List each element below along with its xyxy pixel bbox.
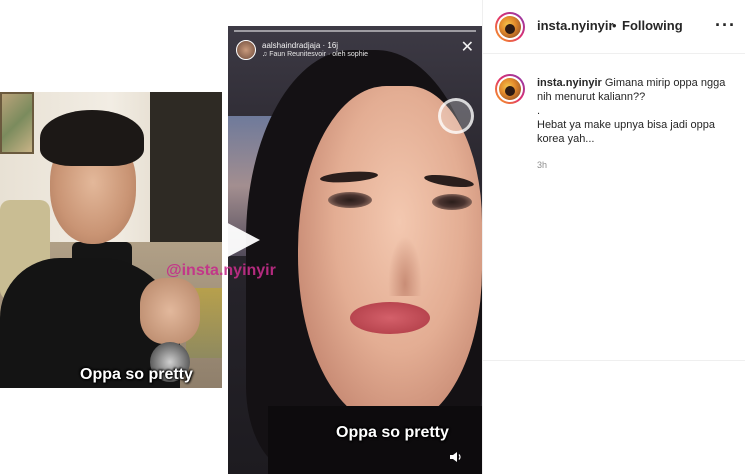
- person-hand: [140, 278, 200, 344]
- avatar[interactable]: [495, 12, 525, 42]
- video-frame-left: [0, 92, 222, 388]
- more-options-icon[interactable]: ···: [715, 16, 736, 34]
- story-frame-right: aalshaindradjaja · 16j ♫ Faun Reunitesvo…: [228, 26, 482, 474]
- right-eye: [432, 194, 472, 210]
- sound-icon[interactable]: [449, 450, 463, 464]
- close-icon[interactable]: ✕: [461, 40, 474, 56]
- wall-painting: [0, 92, 34, 154]
- avatar-image: [499, 78, 521, 100]
- background-doorway: [150, 92, 222, 242]
- lips: [350, 302, 430, 334]
- avatar-image: [499, 16, 521, 38]
- capture-button-icon: [438, 98, 474, 134]
- post-media[interactable]: aalshaindradjaja · 16j ♫ Faun Reunitesvo…: [0, 0, 482, 474]
- separator-dot: •: [612, 18, 617, 33]
- person-hair: [40, 110, 144, 166]
- play-icon[interactable]: [216, 216, 264, 264]
- video-caption-left: Oppa so pretty: [80, 366, 193, 383]
- nose: [388, 236, 422, 296]
- story-avatar: [236, 40, 256, 60]
- post-sidebar: insta.nyinyir • Following ··· insta.nyin…: [482, 0, 745, 474]
- post-header: insta.nyinyir • Following ···: [483, 0, 745, 54]
- comment-avatar[interactable]: [495, 74, 525, 104]
- comment-line-2: .: [537, 105, 541, 117]
- story-progress-bar: [234, 30, 476, 32]
- left-eye: [328, 192, 372, 208]
- comment-username[interactable]: insta.nyinyir: [537, 77, 602, 89]
- video-caption-right: Oppa so pretty: [336, 424, 449, 441]
- comment-body: insta.nyinyir Gimana mirip oppa ngga nih…: [537, 76, 737, 146]
- watermark-text: @insta.nyinyir: [166, 262, 276, 279]
- post-username[interactable]: insta.nyinyir: [537, 18, 614, 33]
- comment-timestamp[interactable]: 3h: [537, 160, 547, 170]
- story-meta: aalshaindradjaja · 16j ♫ Faun Reunitesvo…: [262, 41, 368, 59]
- story-username: aalshaindradjaja · 16j: [262, 41, 339, 50]
- story-music-label: ♫ Faun Reunitesvoir · oleh sophie: [262, 51, 369, 58]
- divider: [483, 360, 745, 361]
- following-button[interactable]: Following: [622, 18, 683, 33]
- comment-line-3: Hebat ya make upnya bisa jadi oppa korea…: [537, 119, 715, 145]
- avatar-border: [497, 76, 523, 102]
- story-header: aalshaindradjaja · 16j ♫ Faun Reunitesvo…: [236, 40, 368, 60]
- avatar-border: [497, 14, 523, 40]
